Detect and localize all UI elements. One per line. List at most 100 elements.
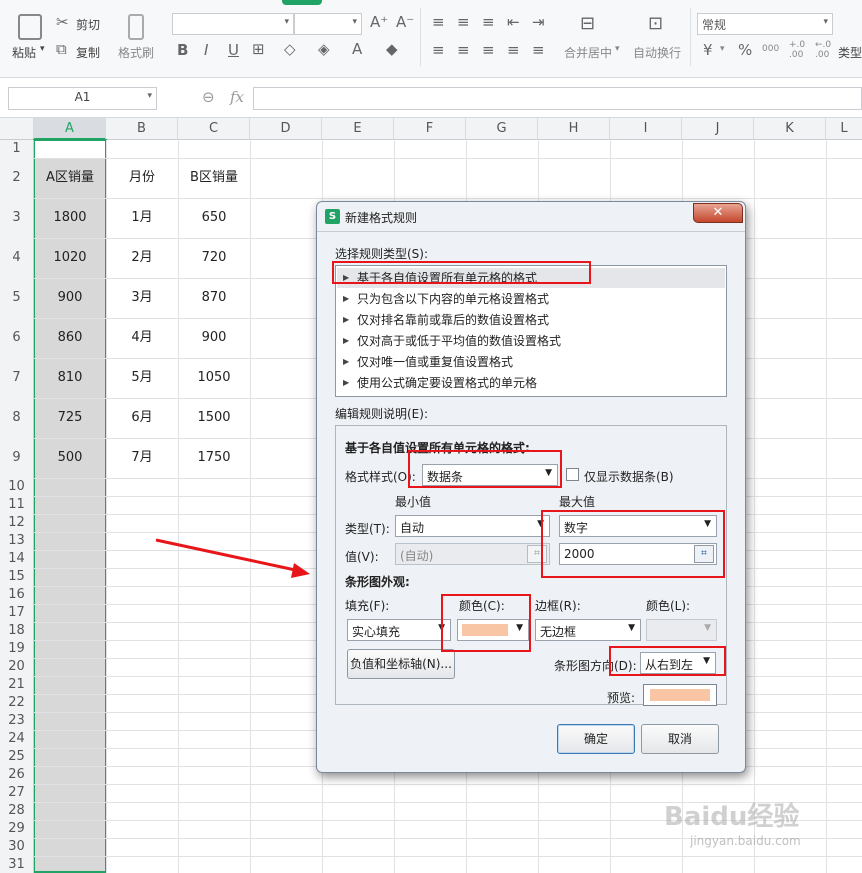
table-cell[interactable]: 6月 [106, 398, 178, 438]
column-header-K[interactable]: K [754, 118, 826, 140]
header-cell-month[interactable]: 月份 [106, 158, 178, 198]
table-cell[interactable]: 870 [178, 278, 250, 318]
row-header-28[interactable]: 28 [0, 802, 34, 820]
border-icon[interactable]: ⊞ [252, 40, 265, 58]
name-box[interactable]: A1 ▾ [8, 87, 157, 110]
row-header-30[interactable]: 30 [0, 838, 34, 856]
list-item[interactable]: ▶ 只为包含以下内容的单元格设置格式 [337, 289, 727, 309]
justify-icon[interactable]: ≡ [507, 41, 520, 59]
paste-button[interactable]: 粘贴 [12, 44, 36, 61]
align-top-icon[interactable]: ≡ [432, 13, 445, 31]
table-cell[interactable]: 860 [34, 318, 106, 358]
select-all-corner[interactable] [0, 118, 34, 140]
align-center-icon[interactable]: ≡ [457, 41, 470, 59]
row-header-18[interactable]: 18 [0, 622, 34, 640]
dialog-titlebar[interactable]: S 新建格式规则 ✕ [317, 202, 745, 232]
align-right-icon[interactable]: ≡ [482, 41, 495, 59]
column-header-J[interactable]: J [682, 118, 754, 140]
row-header-7[interactable]: 7 [0, 358, 34, 398]
row-header-8[interactable]: 8 [0, 398, 34, 438]
thousands-icon[interactable]: 000 [762, 44, 779, 54]
distribute-icon[interactable]: ≡ [532, 41, 545, 59]
percent-icon[interactable]: % [738, 41, 752, 59]
row-header-21[interactable]: 21 [0, 676, 34, 694]
list-item[interactable]: ▶ 仅对唯一值或重复值设置格式 [337, 352, 727, 372]
header-cell-b-sales[interactable]: B区销量 [178, 158, 250, 198]
row-header-31[interactable]: 31 [0, 856, 34, 873]
list-item[interactable]: ▶ 使用公式确定要设置格式的单元格 [337, 373, 727, 393]
table-cell[interactable]: 1020 [34, 238, 106, 278]
bold-icon[interactable]: B [177, 41, 188, 59]
indent-increase-icon[interactable]: ⇥ [532, 13, 545, 31]
table-cell[interactable]: 1500 [178, 398, 250, 438]
table-cell[interactable]: 3月 [106, 278, 178, 318]
table-cell[interactable]: 2月 [106, 238, 178, 278]
row-header-15[interactable]: 15 [0, 568, 34, 586]
column-header-B[interactable]: B [106, 118, 178, 140]
row-header-16[interactable]: 16 [0, 586, 34, 604]
scissors-icon[interactable]: ✂ [56, 13, 69, 31]
underline-icon[interactable]: U [228, 41, 239, 59]
fill-color-icon[interactable]: ◈ [318, 40, 330, 58]
ok-button[interactable]: 确定 [557, 724, 635, 754]
decimal-increase-icon[interactable]: +.0 .00 [789, 40, 807, 60]
align-bottom-icon[interactable]: ≡ [482, 13, 495, 31]
cut-button[interactable]: 剪切 [76, 16, 100, 33]
table-cell[interactable]: 1750 [178, 438, 250, 478]
min-type-select[interactable]: 自动 ▼ [395, 515, 550, 537]
column-header-L[interactable]: L [826, 118, 862, 140]
table-cell[interactable]: 1800 [34, 198, 106, 238]
rule-type-list[interactable]: ▶ 基于各自值设置所有单元格的格式 ▶ 只为包含以下内容的单元格设置格式 ▶ 仅对排名… [335, 265, 727, 397]
italic-icon[interactable]: I [204, 41, 208, 59]
align-left-icon[interactable]: ≡ [432, 41, 445, 59]
table-cell[interactable]: 1050 [178, 358, 250, 398]
zoom-icon[interactable]: ⊖ [202, 88, 215, 106]
table-cell[interactable]: 5月 [106, 358, 178, 398]
row-header-3[interactable]: 3 [0, 198, 34, 238]
currency-icon[interactable]: ¥ [703, 41, 713, 59]
clear-icon[interactable]: ◆ [386, 40, 398, 58]
copy-icon[interactable]: ⧉ [56, 40, 67, 58]
border-type-select[interactable]: 无边框 ▼ [535, 619, 641, 641]
column-header-A[interactable]: A [34, 118, 106, 140]
row-header-14[interactable]: 14 [0, 550, 34, 568]
row-header-12[interactable]: 12 [0, 514, 34, 532]
decimal-decrease-icon[interactable]: ←.0 .00 [815, 40, 833, 60]
row-header-6[interactable]: 6 [0, 318, 34, 358]
table-cell[interactable]: 1月 [106, 198, 178, 238]
row-header-13[interactable]: 13 [0, 532, 34, 550]
cancel-button[interactable]: 取消 [641, 724, 719, 754]
header-cell-a-sales[interactable]: A区销量 [34, 158, 106, 198]
paste-dropdown-icon[interactable]: ▾ [40, 44, 45, 54]
negative-axis-button[interactable]: 负值和坐标轴(N)... [347, 649, 455, 679]
table-cell[interactable]: 650 [178, 198, 250, 238]
wrap-text-button[interactable]: 自动换行 [633, 44, 681, 61]
row-header-1[interactable]: 1 [0, 140, 34, 158]
row-header-20[interactable]: 20 [0, 658, 34, 676]
list-item[interactable]: ▶ 仅对高于或低于平均值的数值设置格式 [337, 331, 727, 351]
table-cell[interactable]: 810 [34, 358, 106, 398]
table-cell[interactable]: 900 [178, 318, 250, 358]
row-header-17[interactable]: 17 [0, 604, 34, 622]
format-painter-icon[interactable] [128, 14, 144, 40]
fill-type-select[interactable]: 实心填充 ▼ [347, 619, 451, 641]
merge-center-icon[interactable]: ⊟ [580, 13, 595, 34]
column-header-D[interactable]: D [250, 118, 322, 140]
row-header-24[interactable]: 24 [0, 730, 34, 748]
row-header-2[interactable]: 2 [0, 158, 34, 198]
table-cell[interactable]: 900 [34, 278, 106, 318]
currency-dropdown-icon[interactable]: ▾ [720, 44, 725, 54]
font-shrink-icon[interactable]: A⁻ [396, 13, 414, 31]
table-cell[interactable]: 7月 [106, 438, 178, 478]
font-name-select[interactable]: ▾ [172, 13, 294, 35]
column-header-C[interactable]: C [178, 118, 250, 140]
row-header-4[interactable]: 4 [0, 238, 34, 278]
font-size-select[interactable]: ▾ [294, 13, 362, 35]
column-header-E[interactable]: E [322, 118, 394, 140]
row-header-11[interactable]: 11 [0, 496, 34, 514]
row-header-25[interactable]: 25 [0, 748, 34, 766]
table-cell[interactable]: 725 [34, 398, 106, 438]
row-header-19[interactable]: 19 [0, 640, 34, 658]
font-color-icon[interactable]: A [352, 40, 362, 58]
fx-icon[interactable]: fx [230, 88, 244, 106]
